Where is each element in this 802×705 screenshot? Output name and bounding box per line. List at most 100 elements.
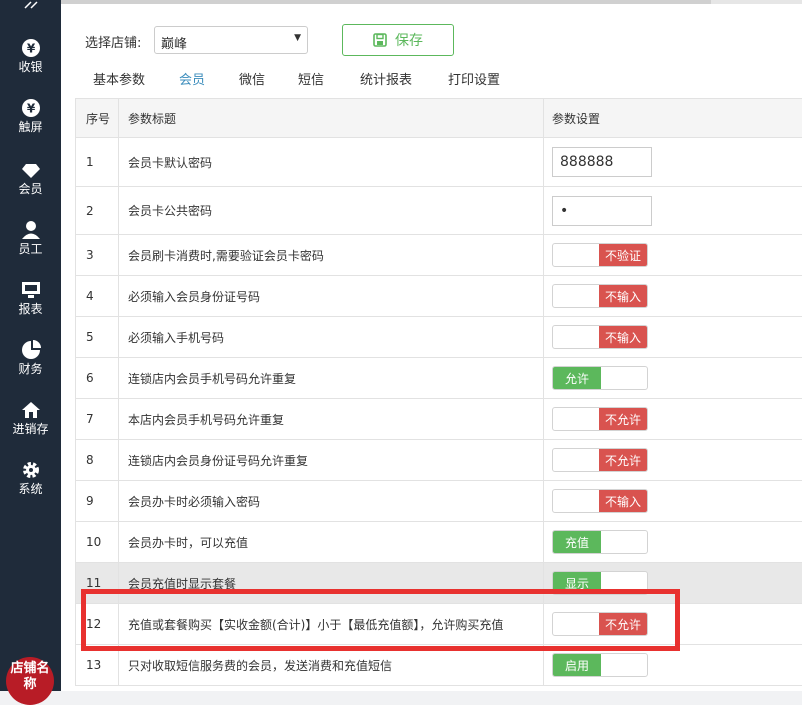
sidebar: ¥ 收银 ¥ 触屏 会员 员工 报表 财务 进销存 系统 店铺名称: [0, 0, 61, 705]
highlight-annotation: [81, 589, 680, 651]
row-title: 会员刷卡消费时,需要验证会员卡密码: [119, 235, 544, 275]
sidebar-item-system[interactable]: 系统: [0, 460, 61, 518]
tab-basic-params[interactable]: 基本参数: [90, 70, 148, 100]
sidebar-item-finance[interactable]: 财务: [0, 340, 61, 398]
row-title: 必须输入会员身份证号码: [119, 276, 544, 316]
toggle-state-label: 允许: [553, 367, 601, 389]
table-row: 8 连锁店内会员身份证号码允许重复 不允许: [75, 440, 802, 481]
row-number: 13: [75, 645, 119, 685]
table-row: 9 会员办卡时必须输入密码 不输入: [75, 481, 802, 522]
row-title: 连锁店内会员身份证号码允许重复: [119, 440, 544, 480]
row-number: 1: [75, 138, 119, 186]
monitor-icon: [21, 282, 40, 298]
row-setting: 不允许: [544, 399, 802, 439]
row-setting: 充值: [544, 522, 802, 562]
tab-sms[interactable]: 短信: [296, 70, 326, 100]
sidebar-item-label: 触屏: [18, 120, 43, 134]
row-setting: 不输入: [544, 481, 802, 521]
table-row: 13 只对收取短信服务费的会员，发送消费和充值短信 启用: [75, 645, 802, 686]
table-row: 2 会员卡公共密码 •: [75, 187, 802, 235]
svg-text:¥: ¥: [26, 102, 35, 116]
default-password-input[interactable]: 888888: [552, 147, 652, 177]
toggle-switch[interactable]: 启用: [552, 653, 648, 677]
store-select[interactable]: 巅峰 ▼: [154, 26, 308, 54]
sidebar-item-report[interactable]: 报表: [0, 280, 61, 338]
table-header: 序号 参数标题 参数设置: [75, 98, 802, 138]
row-setting: 启用: [544, 645, 802, 685]
yen-icon: ¥: [21, 99, 40, 117]
row-number: 6: [75, 358, 119, 398]
row-title: 会员办卡时，可以充值: [119, 522, 544, 562]
row-setting: 不输入: [544, 317, 802, 357]
sidebar-item-cashier[interactable]: ¥ 收银: [0, 38, 61, 96]
sidebar-item-label: 系统: [18, 482, 43, 496]
sidebar-item-label: 会员: [18, 182, 43, 196]
toggle-switch[interactable]: 不允许: [552, 448, 648, 472]
floppy-disk-icon: [373, 33, 387, 47]
toggle-switch[interactable]: 不输入: [552, 325, 648, 349]
top-strip: [61, 0, 802, 4]
sidebar-item-label: 收银: [18, 60, 43, 74]
toggle-switch[interactable]: 不允许: [552, 407, 648, 431]
row-setting: 允许: [544, 358, 802, 398]
tab-stats-report[interactable]: 统计报表: [357, 70, 415, 100]
toggle-state-label: 不输入: [599, 326, 647, 348]
sidebar-item-touch[interactable]: ¥ 触屏: [0, 98, 61, 156]
save-button[interactable]: 保存: [342, 24, 454, 56]
shop-name-badge[interactable]: 店铺名称: [6, 657, 54, 705]
toggle-state-label: 不输入: [599, 285, 647, 307]
toggle-state-label: 不允许: [599, 449, 647, 471]
collapse-icon[interactable]: [0, 0, 61, 14]
toggle-state-label: 充值: [553, 531, 601, 553]
row-number: 7: [75, 399, 119, 439]
row-title: 连锁店内会员手机号码允许重复: [119, 358, 544, 398]
caret-down-icon: ▼: [294, 33, 301, 43]
sidebar-item-member[interactable]: 会员: [0, 160, 61, 218]
row-title: 必须输入手机号码: [119, 317, 544, 357]
diamond-icon: [21, 164, 40, 178]
table-row: 4 必须输入会员身份证号码 不输入: [75, 276, 802, 317]
row-number: 9: [75, 481, 119, 521]
toggle-switch[interactable]: 不输入: [552, 284, 648, 308]
row-title: 只对收取短信服务费的会员，发送消费和充值短信: [119, 645, 544, 685]
table-row: 7 本店内会员手机号码允许重复 不允许: [75, 399, 802, 440]
row-number: 2: [75, 187, 119, 234]
sidebar-item-inventory[interactable]: 进销存: [0, 400, 61, 458]
toggle-switch[interactable]: 允许: [552, 366, 648, 390]
table-row: 6 连锁店内会员手机号码允许重复 允许: [75, 358, 802, 399]
toggle-state-label: 不验证: [599, 244, 647, 266]
public-password-input[interactable]: •: [552, 195, 652, 226]
toggle-switch[interactable]: 不输入: [552, 489, 648, 513]
row-title: 会员办卡时必须输入密码: [119, 481, 544, 521]
toggle-switch[interactable]: 充值: [552, 530, 648, 554]
store-select-value: 巅峰: [161, 37, 188, 52]
row-setting: 不允许: [544, 440, 802, 480]
gear-icon: [22, 462, 39, 478]
row-number: 8: [75, 440, 119, 480]
header-no: 序号: [75, 99, 119, 137]
row-title: 本店内会员手机号码允许重复: [119, 399, 544, 439]
row-setting: •: [544, 187, 802, 234]
yen-icon: ¥: [21, 39, 40, 57]
header-setting: 参数设置: [552, 111, 601, 126]
sidebar-item-staff[interactable]: 员工: [0, 220, 61, 278]
save-button-label: 保存: [395, 33, 423, 49]
toggle-switch[interactable]: 不验证: [552, 243, 648, 267]
user-icon: [21, 221, 40, 239]
table-row: 3 会员刷卡消费时,需要验证会员卡密码 不验证: [75, 235, 802, 276]
row-setting: 888888: [544, 138, 802, 186]
table-row: 1 会员卡默认密码 888888: [75, 138, 802, 187]
main-content: 选择店铺: 巅峰 ▼ 保存 基本参数 会员 微信 短信 统计报表 打印设置 序号…: [61, 0, 802, 691]
table-row: 10 会员办卡时，可以充值 充值: [75, 522, 802, 563]
header-title: 参数标题: [119, 99, 544, 137]
pie-icon: [21, 340, 41, 359]
row-title: 会员卡默认密码: [119, 138, 544, 186]
home-icon: [21, 402, 40, 418]
tab-wechat[interactable]: 微信: [237, 70, 267, 100]
tab-print-settings[interactable]: 打印设置: [445, 70, 503, 100]
row-setting: 不验证: [544, 235, 802, 275]
row-number: 4: [75, 276, 119, 316]
row-number: 3: [75, 235, 119, 275]
row-title: 会员卡公共密码: [119, 187, 544, 234]
tab-member[interactable]: 会员: [163, 70, 221, 100]
